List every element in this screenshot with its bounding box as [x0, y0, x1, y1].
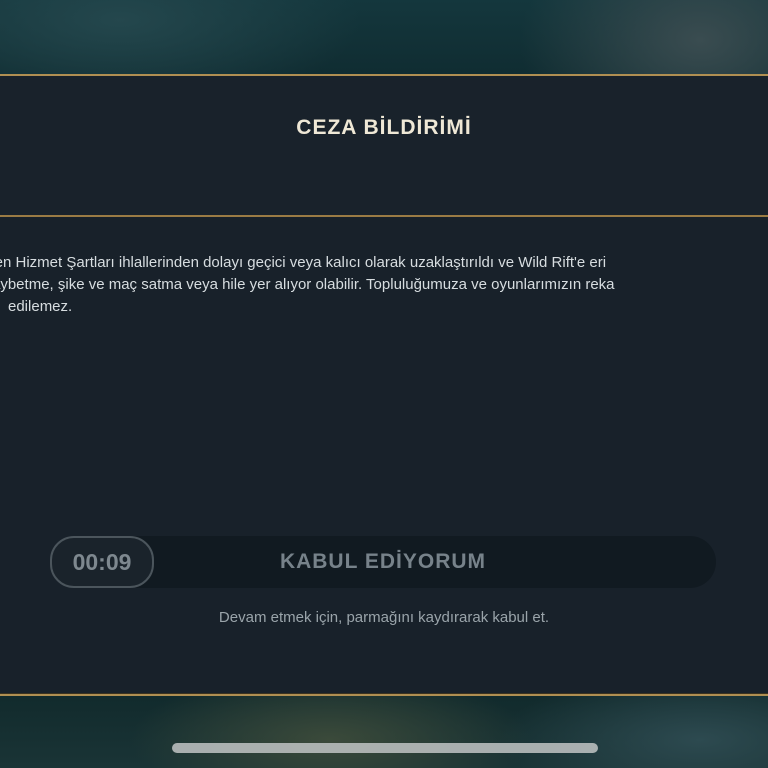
message-line: aybetme, şike ve maç satma veya hile yer… [0, 276, 615, 293]
accept-label: KABUL EDİYORUM [279, 550, 487, 573]
penalty-notice-dialog: CEZA BİLDİRİMİ ilen Hizmet Şartları ihla… [0, 74, 768, 696]
swipe-to-accept-slider[interactable]: 00:09 KABUL EDİYORUM [50, 536, 716, 588]
message-line: ilen Hizmet Şartları ihlallerinden dolay… [0, 254, 607, 271]
dialog-header: CEZA BİLDİRİMİ [0, 76, 768, 216]
game-screen: CEZA BİLDİRİMİ ilen Hizmet Şartları ihla… [0, 0, 768, 768]
header-divider [0, 215, 768, 217]
penalty-message: ilen Hizmet Şartları ihlallerinden dolay… [0, 252, 768, 318]
dialog-title: CEZA BİLDİRİMİ [296, 116, 472, 139]
countdown-timer-handle[interactable]: 00:09 [50, 536, 154, 588]
home-indicator-bar[interactable] [172, 743, 598, 753]
message-line: edilemez. [8, 298, 73, 315]
swipe-hint: Devam etmek için, parmağını kaydırarak k… [218, 609, 550, 626]
